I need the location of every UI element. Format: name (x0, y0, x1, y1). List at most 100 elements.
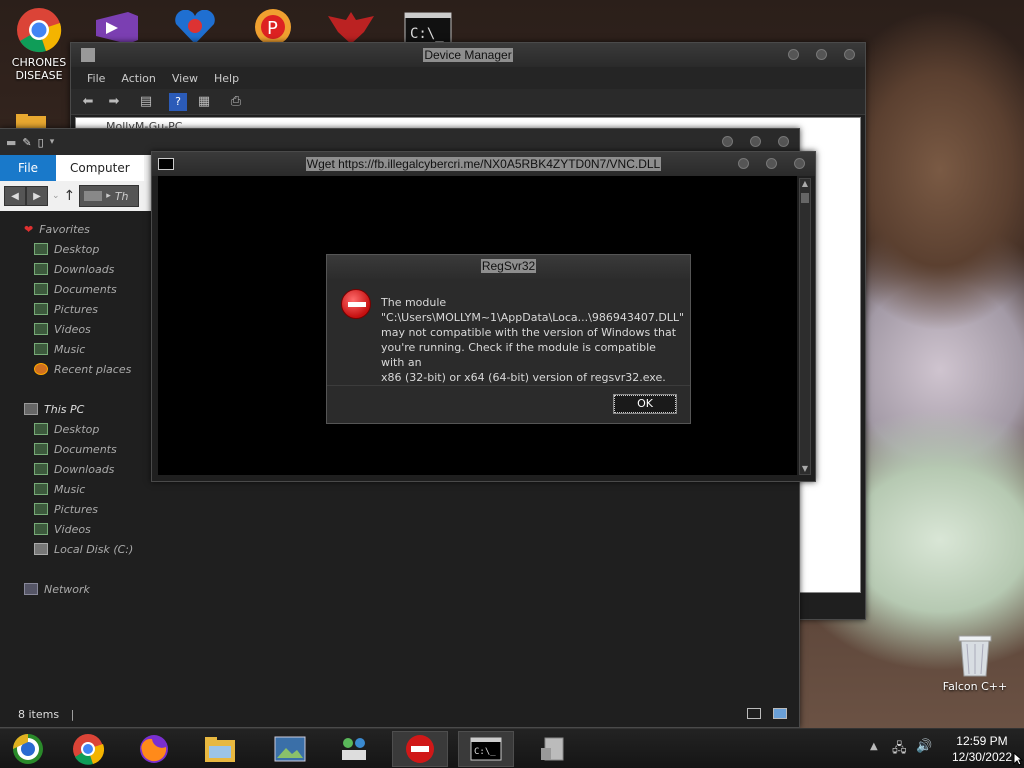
nav-network[interactable]: Network (0, 579, 148, 599)
address-input[interactable]: ▸ Th (79, 185, 140, 207)
nav-item-documents[interactable]: Documents (0, 279, 148, 299)
menu-view[interactable]: View (164, 72, 206, 85)
nav-favorites[interactable]: ❤ Favorites (0, 219, 148, 239)
nav-item-desktop[interactable]: Desktop (0, 239, 148, 259)
nav-item-downloads[interactable]: Downloads (0, 459, 148, 479)
device-manager-icon (81, 48, 95, 62)
heart-app-icon (175, 9, 215, 44)
close-button[interactable] (794, 158, 805, 169)
maximize-button[interactable] (766, 158, 777, 169)
nav-item-pictures[interactable]: Pictures (0, 499, 148, 519)
menu-file[interactable]: File (79, 72, 113, 85)
nav-item-recent-places[interactable]: Recent places (0, 359, 148, 379)
console-icon (158, 158, 174, 170)
vertical-scrollbar[interactable]: ▲ ▼ (799, 178, 811, 475)
taskbar-chrome[interactable] (60, 731, 116, 767)
taskbar-console[interactable]: C:\_ (458, 731, 514, 767)
taskbar-file-explorer[interactable] (192, 731, 248, 767)
desktop-icon-label: CHRONES DISEASE (11, 56, 67, 82)
desktop-icon-chrome[interactable]: CHRONES DISEASE (2, 6, 76, 82)
details-view-icon[interactable] (747, 708, 761, 719)
minimize-button[interactable] (788, 49, 799, 60)
taskbar-photo-viewer[interactable] (262, 731, 318, 767)
maximize-button[interactable] (816, 49, 827, 60)
start-button[interactable] (0, 731, 56, 767)
toolbar: ⬅ ➡ ▤ ? ▦ ⎙ (71, 89, 865, 115)
console-tree-icon[interactable]: ▦ (195, 93, 213, 111)
window-title: Wget https://fb.illegalcybercri.me/NX0A5… (305, 157, 662, 171)
new-folder-quick-icon[interactable]: ▯ (38, 136, 44, 149)
tab-computer[interactable]: Computer (56, 155, 144, 181)
nav-item-local-disk[interactable]: Local Disk (C:) (0, 539, 148, 559)
nav-item-videos[interactable]: Videos (0, 319, 148, 339)
desktop-icon-label: Falcon C++ (942, 680, 1008, 693)
desktop-icon-app-p[interactable]: P (250, 8, 296, 46)
dialog-divider (327, 385, 690, 386)
nav-this-pc[interactable]: This PC (0, 399, 148, 419)
menu-help[interactable]: Help (206, 72, 247, 85)
close-button[interactable] (778, 136, 789, 147)
forward-button[interactable]: ▶ (26, 186, 48, 206)
view-switcher (747, 708, 787, 719)
mouse-cursor-icon (1013, 751, 1024, 768)
back-button[interactable]: ◀ (4, 186, 26, 206)
maximize-button[interactable] (750, 136, 761, 147)
volume-icon[interactable]: 🔊 (916, 739, 932, 754)
minimize-button[interactable] (738, 158, 749, 169)
documents-icon (34, 443, 48, 455)
desktop-icon-cmd[interactable]: C:\_ (404, 12, 452, 46)
scroll-thumb[interactable] (801, 193, 809, 203)
close-button[interactable] (844, 49, 855, 60)
title-bar[interactable]: Device Manager (71, 43, 865, 67)
recycle-bin-icon (951, 630, 999, 678)
up-arrow-icon[interactable]: ↑ (64, 188, 76, 204)
desktop-icon-app-heart[interactable] (172, 9, 218, 46)
system-clock[interactable]: 12:59 PM 12/30/2022 (952, 733, 1012, 765)
minimize-button[interactable] (722, 136, 733, 147)
desktop-icon-app-shield[interactable] (326, 10, 376, 46)
properties-quick-icon[interactable]: ✎ (22, 136, 31, 149)
taskbar-firefox[interactable] (126, 731, 182, 767)
chevron-right-icon: ▸ (106, 191, 111, 201)
computer-icon (24, 403, 38, 415)
desktop-icon-falcon[interactable]: Falcon C++ (938, 630, 1012, 693)
nav-item-downloads[interactable]: Downloads (0, 259, 148, 279)
forward-arrow-icon[interactable]: ➡ (105, 93, 123, 111)
p-app-icon: P (255, 9, 291, 45)
scroll-down-icon[interactable]: ▼ (800, 464, 810, 474)
scan-hardware-icon[interactable]: ⎙ (227, 93, 245, 111)
taskbar: C:\_ ▲ 🖧 🔊 12:59 PM 12/30/2022 (0, 728, 1024, 768)
network-tray-icon[interactable]: 🖧 (892, 739, 907, 761)
nav-item-documents[interactable]: Documents (0, 439, 148, 459)
menu-action[interactable]: Action (113, 72, 163, 85)
desktop-icon-visual-studio[interactable] (92, 10, 140, 46)
nav-item-desktop[interactable]: Desktop (0, 419, 148, 439)
show-hidden-icons[interactable]: ▲ (870, 741, 878, 752)
chevron-down-icon[interactable]: ▾ (50, 137, 55, 147)
photo-viewer-icon (274, 736, 306, 762)
nav-item-videos[interactable]: Videos (0, 519, 148, 539)
help-icon[interactable]: ? (169, 92, 187, 111)
recent-places-icon (34, 363, 48, 375)
nav-item-music[interactable]: Music (0, 339, 148, 359)
winged-shield-icon (328, 12, 374, 44)
taskbar-network-app[interactable] (326, 731, 382, 767)
dialog-message: The module "C:\Users\MOLLYM~1\AppData\Lo… (381, 296, 685, 384)
documents-icon (34, 283, 48, 295)
dialog-title-bar[interactable]: RegSvr32 (327, 255, 690, 279)
firefox-icon (140, 735, 168, 763)
device-manager-icon (541, 737, 564, 761)
large-icons-view-icon[interactable] (773, 708, 787, 719)
title-bar[interactable]: Wget https://fb.illegalcybercri.me/NX0A5… (152, 152, 815, 176)
nav-item-music[interactable]: Music (0, 479, 148, 499)
taskbar-device-manager[interactable] (526, 731, 582, 767)
properties-icon[interactable]: ▤ (137, 93, 155, 111)
hard-drive-icon (34, 543, 48, 555)
tab-file[interactable]: File (0, 155, 56, 181)
recent-dropdown-icon[interactable]: ⌄ (52, 191, 60, 201)
nav-item-pictures[interactable]: Pictures (0, 299, 148, 319)
back-arrow-icon[interactable]: ⬅ (79, 93, 97, 111)
ok-button[interactable]: OK (613, 394, 677, 414)
scroll-up-icon[interactable]: ▲ (800, 179, 810, 189)
taskbar-regsvr32[interactable] (392, 731, 448, 767)
